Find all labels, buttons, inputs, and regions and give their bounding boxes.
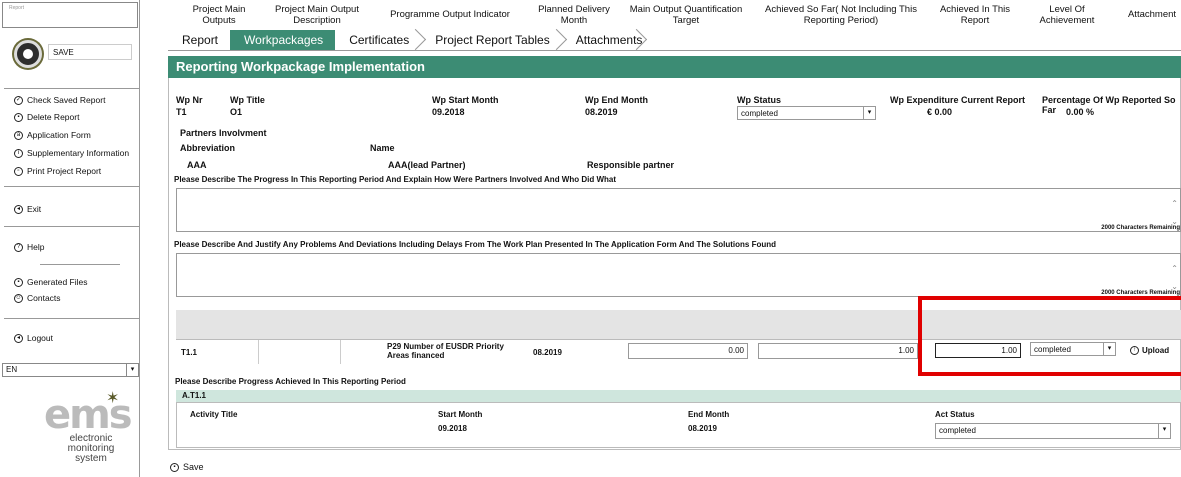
activity-end-value: 08.2019 xyxy=(688,424,717,433)
report-selector[interactable]: Report xyxy=(2,2,138,28)
application-form-link[interactable]: a Application Form xyxy=(14,130,91,140)
col-header: Main Output Quantification Target xyxy=(629,4,743,26)
col-header: Achieved In This Report xyxy=(939,4,1011,26)
partners-name-label: Name xyxy=(370,143,395,153)
divider xyxy=(340,340,341,364)
logo-subtitle: electronic monitoring system xyxy=(67,433,115,464)
save-button[interactable]: SAVE xyxy=(48,44,132,60)
target-input[interactable]: 0.00 xyxy=(628,343,748,359)
partners-heading: Partners Involvment xyxy=(180,128,267,138)
divider xyxy=(4,186,139,187)
info-icon: i xyxy=(14,148,23,158)
chevron-down-icon: ▾ xyxy=(863,107,875,119)
wp-percent-value: 0.00 % xyxy=(1066,107,1095,117)
progress-achieved-label: Please Describe Progress Achieved In Thi… xyxy=(175,377,406,386)
activity-status-label: Act Status xyxy=(935,410,975,419)
generated-files-link[interactable]: ▪ Generated Files xyxy=(14,277,87,287)
highlight-box xyxy=(918,296,1181,376)
partners-abbr-label: Abbreviation xyxy=(180,143,236,153)
delete-report-link[interactable]: ▪ Delete Report xyxy=(14,112,79,122)
exit-link[interactable]: ◂ Exit xyxy=(14,204,41,214)
form-icon: a xyxy=(14,130,23,140)
wp-percent-label: Percentage Of Wp Reported So Far xyxy=(1042,95,1176,115)
output-indicator: P29 Number of EUSDR Priority Areas finan… xyxy=(387,342,504,360)
tab-attachments[interactable]: Attachments xyxy=(562,30,643,50)
section-title: Reporting Workpackage Implementation xyxy=(168,56,1181,78)
tab-certificates[interactable]: Certificates xyxy=(335,30,421,50)
chevron-down-icon: ▾ xyxy=(1158,424,1170,438)
contacts-link[interactable]: ☺ Contacts xyxy=(14,293,61,303)
col-header: Planned Delivery Month xyxy=(538,4,610,26)
tab-workpackages[interactable]: Workpackages xyxy=(230,30,336,50)
wp-end-value: 08.2019 xyxy=(585,107,618,117)
check-saved-report-link[interactable]: ✓ Check Saved Report xyxy=(14,95,105,105)
tab-bar: Report Workpackages Certificates Project… xyxy=(168,30,642,50)
wp-status-select[interactable]: completed ▾ xyxy=(737,106,876,120)
activity-start-value: 09.2018 xyxy=(438,424,467,433)
contacts-icon: ☺ xyxy=(14,293,23,303)
problems-textarea[interactable]: ⌃ ⌄ 2000 Characters Remaining xyxy=(176,253,1181,297)
ems-logo: ems ✶ electronic monitoring system xyxy=(36,388,136,472)
bottom-save-button[interactable]: ▪ Save xyxy=(170,462,204,472)
logout-link[interactable]: ◂ Logout xyxy=(14,333,53,343)
wp-expenditure-value: € 0.00 xyxy=(927,107,953,117)
wp-title-value: O1 xyxy=(230,107,243,117)
divider xyxy=(4,88,139,89)
col-header: Attachment xyxy=(1127,9,1177,20)
progress-question: Please Describe The Progress In This Rep… xyxy=(174,175,617,184)
col-header: Programme Output Indicator xyxy=(390,9,510,20)
save-icon[interactable] xyxy=(14,40,42,68)
activity-id: A.T1.1 xyxy=(176,390,1181,402)
delete-icon: ▪ xyxy=(14,112,23,122)
divider xyxy=(258,340,259,364)
tab-project-report-tables[interactable]: Project Report Tables xyxy=(421,30,562,50)
supplementary-information-link[interactable]: i Supplementary Information xyxy=(14,148,129,158)
print-icon: ▫ xyxy=(14,166,23,176)
wp-nr-value: T1 xyxy=(176,107,187,117)
print-project-report-link[interactable]: ▫ Print Project Report xyxy=(14,166,101,176)
files-icon: ▪ xyxy=(14,277,23,287)
logout-icon: ◂ xyxy=(14,333,23,343)
chevron-down-icon: ▾ xyxy=(126,364,138,376)
star-icon: ✶ xyxy=(106,390,120,407)
progress-textarea[interactable]: ⌃ ⌄ 2000 Characters Remaining xyxy=(176,188,1181,232)
activity-start-label: Start Month xyxy=(438,410,483,419)
activity-status-select[interactable]: completed ▾ xyxy=(935,423,1171,439)
wp-end-label: Wp End Month xyxy=(585,95,648,105)
wp-start-value: 09.2018 xyxy=(432,107,465,117)
report-selector-label: Report xyxy=(9,5,25,11)
help-icon: ? xyxy=(14,242,23,252)
col-header: Project Main Output Description xyxy=(275,4,359,26)
output-id: T1.1 xyxy=(181,348,198,357)
partner-name: AAA(lead Partner) xyxy=(388,160,466,170)
check-icon: ✓ xyxy=(14,95,23,105)
achieved-so-far-input[interactable]: 1.00 xyxy=(758,343,918,359)
divider xyxy=(4,226,139,227)
wp-title-label: Wp Title xyxy=(230,95,265,105)
save-icon: ▪ xyxy=(170,462,179,472)
col-header: Level Of Achievement xyxy=(1039,4,1095,26)
divider xyxy=(168,50,1181,51)
partner-abbr: AAA xyxy=(187,160,207,170)
divider xyxy=(40,264,120,265)
activity-end-label: End Month xyxy=(688,410,730,419)
output-month: 08.2019 xyxy=(533,348,562,357)
col-header: Project Main Outputs xyxy=(192,4,246,26)
divider xyxy=(4,318,139,319)
wp-status-label: Wp Status xyxy=(737,95,781,105)
save-area[interactable]: SAVE xyxy=(14,38,132,78)
exit-icon: ◂ xyxy=(14,204,23,214)
activity-title-label: Activity Title xyxy=(190,410,238,419)
problems-question: Please Describe And Justify Any Problems… xyxy=(174,240,777,249)
col-header: Achieved So Far( Not Including This Repo… xyxy=(765,4,917,26)
wp-nr-label: Wp Nr xyxy=(176,95,203,105)
wp-start-label: Wp Start Month xyxy=(432,95,499,105)
language-select[interactable]: EN ▾ xyxy=(2,363,139,377)
tab-report[interactable]: Report xyxy=(168,30,230,50)
partner-role: Responsible partner xyxy=(587,160,675,170)
chars-remaining: 2000 Characters Remaining xyxy=(1101,225,1180,231)
help-link[interactable]: ? Help xyxy=(14,242,44,252)
sidebar: Report SAVE ✓ Check Saved Report ▪ Delete … xyxy=(0,0,140,477)
wp-expenditure-label: Wp Expenditure Current Report xyxy=(890,95,1026,105)
